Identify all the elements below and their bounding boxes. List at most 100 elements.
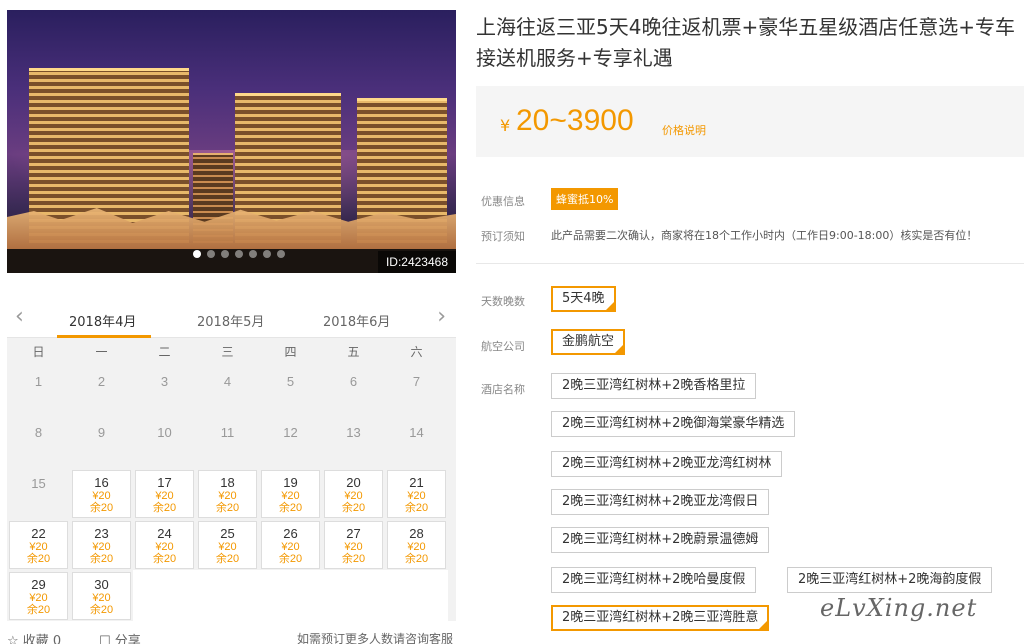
day-number: 23 <box>94 526 109 541</box>
day-stock: 余20 <box>278 502 303 514</box>
day-number: 25 <box>220 526 235 541</box>
chevron-right-icon[interactable]: › <box>437 304 446 329</box>
calendar-day: 9 <box>70 417 133 468</box>
weekday-label: 四 <box>284 345 297 359</box>
favorite-button[interactable]: ☆ 收藏 0 <box>7 630 61 644</box>
day-number: 2 <box>97 374 106 389</box>
day-price: ¥20 <box>29 592 48 604</box>
tab-month-april[interactable]: 2018年4月 <box>69 311 136 330</box>
calendar-day-available[interactable]: 18 ¥20 余20 <box>198 470 257 518</box>
day-stock: 余20 <box>215 553 240 565</box>
option-hotel[interactable]: 2晚三亚湾红树林+2晚亚龙湾红树林 <box>551 451 783 477</box>
day-price: ¥20 <box>155 490 174 502</box>
calendar-day-available[interactable]: 29 ¥20 余20 <box>9 572 68 620</box>
day-price: ¥20 <box>29 541 48 553</box>
weekday-label: 一 <box>95 345 108 359</box>
calendar-month-nav: ‹ 2018年4月 2018年5月 2018年6月 › <box>7 300 456 338</box>
day-number: 7 <box>412 374 421 389</box>
weekday-label: 二 <box>158 345 171 359</box>
carousel-dot[interactable] <box>263 250 271 258</box>
carousel-dot[interactable] <box>221 250 229 258</box>
day-stock: 余20 <box>152 502 177 514</box>
carousel-dot[interactable] <box>277 250 285 258</box>
calendar-day-available[interactable]: 25 ¥20 余20 <box>198 521 257 569</box>
day-price: ¥20 <box>155 541 174 553</box>
calendar-day-available[interactable]: 20 ¥20 余20 <box>324 470 383 518</box>
calendar-day-available[interactable]: 28 ¥20 余20 <box>387 521 446 569</box>
calendar-day-available[interactable]: 19 ¥20 余20 <box>261 470 320 518</box>
tab-month-may[interactable]: 2018年5月 <box>197 311 264 330</box>
day-price: ¥20 <box>92 490 111 502</box>
calendar-day-available[interactable]: 27 ¥20 余20 <box>324 521 383 569</box>
option-hotel[interactable]: 2晚三亚湾红树林+2晚蔚景温德姆 <box>551 527 770 553</box>
day-stock: 余20 <box>341 553 366 565</box>
day-price: ¥20 <box>281 541 300 553</box>
calendar-day: 7 <box>385 366 448 417</box>
day-number: 19 <box>283 475 298 490</box>
share-button[interactable]: ☐ 分享 <box>99 630 141 644</box>
day-number: 18 <box>220 475 235 490</box>
option-hotel[interactable]: 2晚三亚湾红树林+2晚亚龙湾假日 <box>551 489 770 515</box>
promo-label: 优惠信息 <box>481 195 525 208</box>
calendar-empty-cell <box>322 570 385 621</box>
price-note-link[interactable]: 价格说明 <box>662 122 706 138</box>
day-number: 28 <box>409 526 424 541</box>
day-price: ¥20 <box>344 490 363 502</box>
carousel-dot[interactable] <box>207 250 215 258</box>
option-hotel[interactable]: 2晚三亚湾红树林+2晚哈曼度假 <box>551 567 757 593</box>
day-number: 3 <box>160 374 169 389</box>
option-hotel[interactable]: 2晚三亚湾红树林+2晚海韵度假 <box>787 567 993 593</box>
day-number: 9 <box>97 425 106 440</box>
calendar-day: 8 <box>7 417 70 468</box>
calendar-day: 6 <box>322 366 385 417</box>
airline-label: 航空公司 <box>481 340 525 353</box>
weekday-label: 日 <box>32 345 45 359</box>
carousel-dots[interactable] <box>193 250 285 258</box>
calendar-day: 5 <box>259 366 322 417</box>
calendar-day: 4 <box>196 366 259 417</box>
calendar-day-available[interactable]: 23 ¥20 余20 <box>72 521 131 569</box>
calendar-day: 12 <box>259 417 322 468</box>
day-stock: 余20 <box>278 553 303 565</box>
calendar-empty-cell <box>385 570 448 621</box>
chevron-left-icon[interactable]: ‹ <box>15 304 24 329</box>
consult-link[interactable]: 如需预订更多人数请咨询客服 <box>297 630 453 644</box>
calendar-day-available[interactable]: 22 ¥20 余20 <box>9 521 68 569</box>
calendar-day-available[interactable]: 24 ¥20 余20 <box>135 521 194 569</box>
day-number: 5 <box>286 374 295 389</box>
calendar-day-available[interactable]: 21 ¥20 余20 <box>387 470 446 518</box>
weekday-header: 日一二三四五六 <box>7 338 456 366</box>
watermark-logo: eLvXing.net <box>820 594 978 622</box>
option-days[interactable]: 5天4晚 <box>551 286 616 312</box>
carousel-dot[interactable] <box>235 250 243 258</box>
option-hotel[interactable]: 2晚三亚湾红树林+2晚香格里拉 <box>551 373 757 399</box>
calendar-empty-cell <box>259 570 322 621</box>
day-number: 4 <box>223 374 232 389</box>
price-box: ¥ 20~3900 价格说明 <box>476 86 1024 157</box>
day-stock: 余20 <box>215 502 240 514</box>
weekday-label: 六 <box>410 345 423 359</box>
option-hotel[interactable]: 2晚三亚湾红树林+2晚御海棠豪华精选 <box>551 411 796 437</box>
day-number: 26 <box>283 526 298 541</box>
tab-month-june[interactable]: 2018年6月 <box>323 311 390 330</box>
carousel-dot[interactable] <box>193 250 201 258</box>
promo-badge: 蜂蜜抵10% <box>551 188 619 210</box>
calendar-day-available[interactable]: 30 ¥20 余20 <box>72 572 131 620</box>
calendar-day-available[interactable]: 16 ¥20 余20 <box>72 470 131 518</box>
day-number: 24 <box>157 526 172 541</box>
calendar-day-available[interactable]: 26 ¥20 余20 <box>261 521 320 569</box>
calendar-day: 15 <box>7 468 70 519</box>
carousel-dot[interactable] <box>249 250 257 258</box>
product-photo[interactable]: ID:2423468 <box>7 10 456 273</box>
calendar-day-available[interactable]: 17 ¥20 余20 <box>135 470 194 518</box>
day-stock: 余20 <box>89 553 114 565</box>
option-hotel[interactable]: 2晚三亚湾红树林+2晚三亚湾胜意 <box>551 605 770 631</box>
day-stock: 余20 <box>404 553 429 565</box>
day-price: ¥20 <box>92 541 111 553</box>
currency-symbol: ¥ <box>500 116 511 135</box>
option-airline[interactable]: 金鹏航空 <box>551 329 626 355</box>
day-number: 6 <box>349 374 358 389</box>
day-number: 22 <box>31 526 46 541</box>
day-price: ¥20 <box>218 541 237 553</box>
day-number: 13 <box>346 425 361 440</box>
